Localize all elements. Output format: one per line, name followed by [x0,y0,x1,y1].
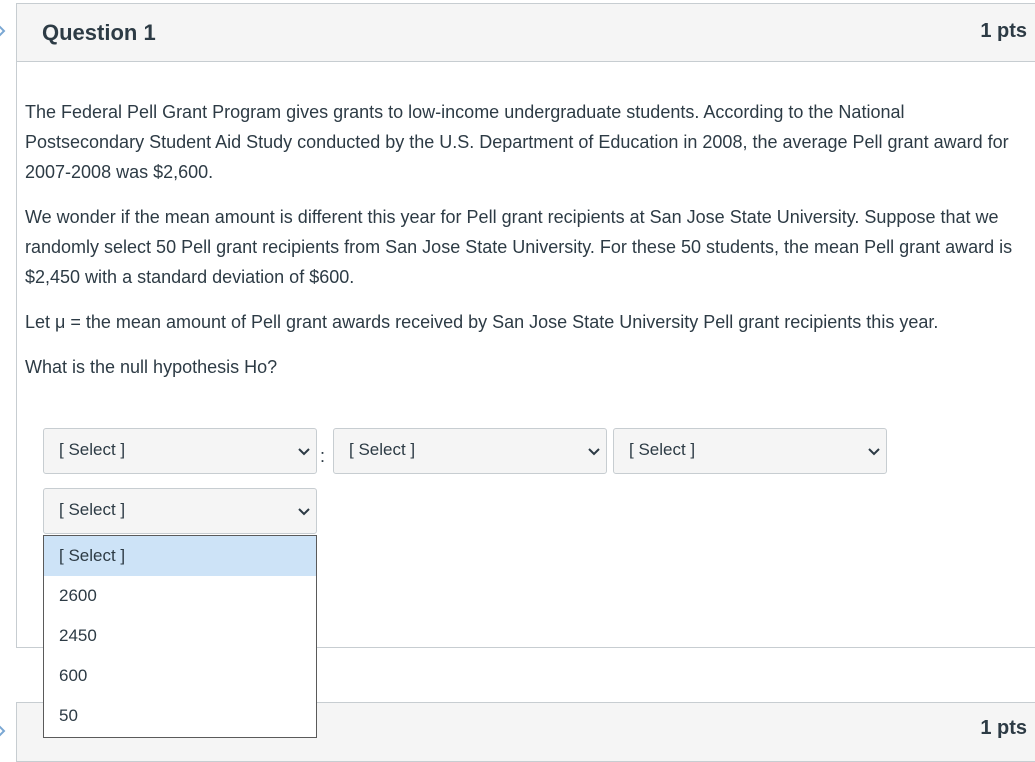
dropdown-option[interactable]: 2600 [44,576,316,616]
dropdown-option[interactable]: [ Select ] [44,536,316,576]
select-value-dropdown[interactable]: [ Select ] [43,488,317,534]
chevron-down-icon [298,503,310,516]
select-value: [ Select ] [629,440,696,459]
question-title: Question 1 [42,20,156,45]
chevron-down-icon [588,443,600,456]
chevron-right-icon [0,724,8,737]
select-parameter[interactable]: [ Select ] [613,428,887,474]
chevron-down-icon [298,443,310,456]
colon-separator: : [320,446,326,466]
dropdown-option[interactable]: 600 [44,656,316,696]
chevron-right-icon [0,24,8,37]
question-header: Question 1 1 pts [17,4,1035,62]
select-value: [ Select ] [349,440,416,459]
dropdown-option[interactable]: 50 [44,696,316,736]
select-symbol[interactable]: [ Select ] [43,428,317,474]
select-operator[interactable]: [ Select ] [333,428,607,474]
next-question-points: 1 pts [980,717,1027,739]
question-prompt: What is the null hypothesis Ho? [25,357,278,377]
question-points: 1 pts [980,20,1027,42]
question-paragraph: The Federal Pell Grant Program gives gra… [25,102,1009,182]
question-text: The Federal Pell Grant Program gives gra… [25,97,1025,397]
chevron-down-icon [868,443,880,456]
question-paragraph: We wonder if the mean amount is differen… [25,207,1013,287]
select-value: [ Select ] [59,500,126,519]
dropdown-option[interactable]: 2450 [44,616,316,656]
dropdown-list: [ Select ] 2600 2450 600 50 [43,535,317,738]
select-value: [ Select ] [59,440,126,459]
question-paragraph: Let μ = the mean amount of Pell grant aw… [25,312,939,332]
